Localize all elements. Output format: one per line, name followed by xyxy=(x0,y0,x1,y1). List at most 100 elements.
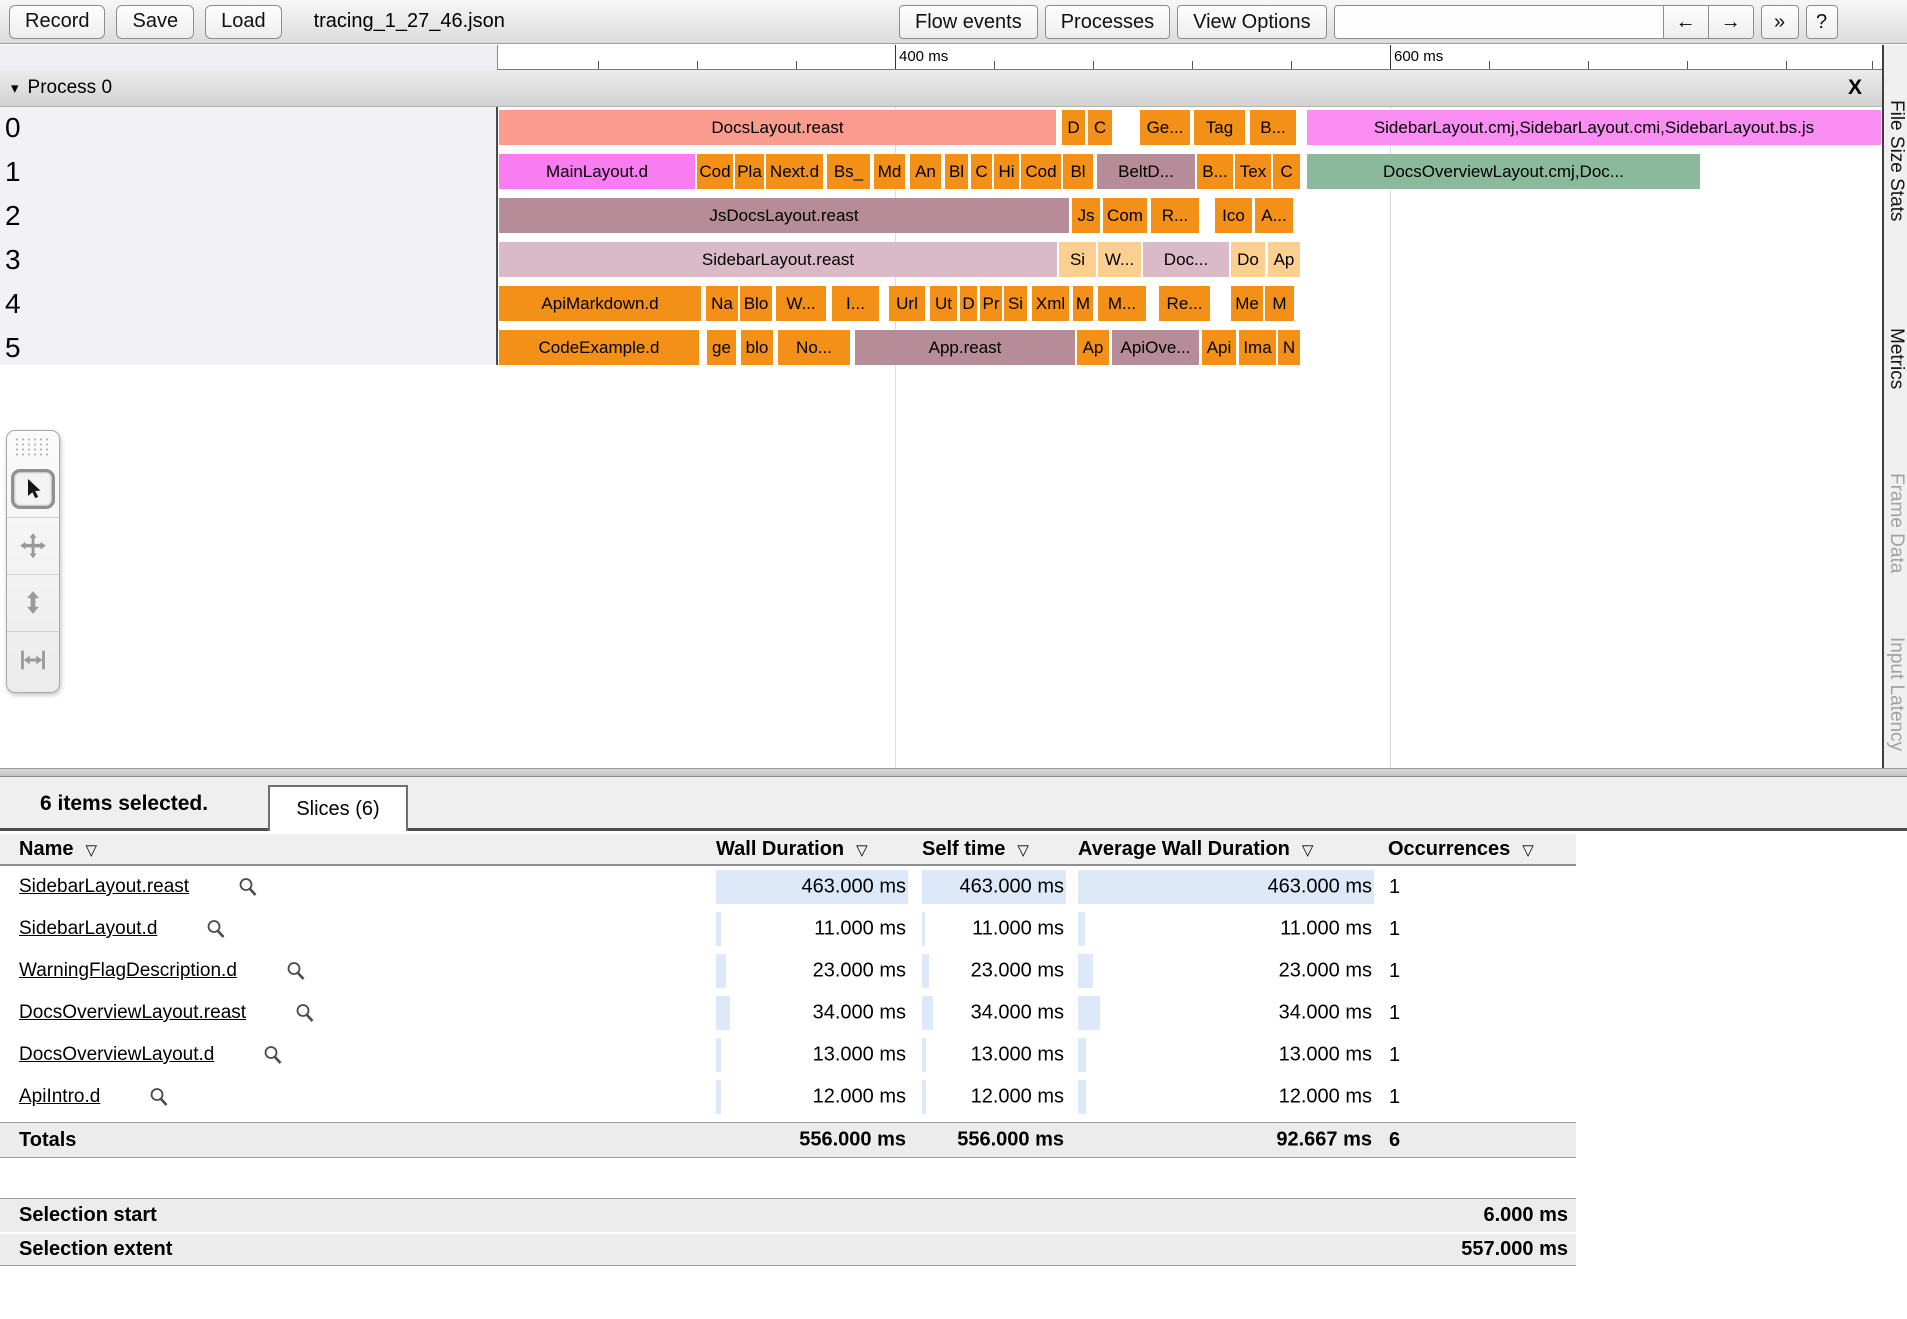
timeline-slice[interactable]: W... xyxy=(776,286,826,321)
timeline-slice[interactable]: JsDocsLayout.reast xyxy=(499,198,1069,233)
timeline-slice[interactable]: B... xyxy=(1197,154,1233,189)
timeline-slice[interactable]: Js xyxy=(1072,198,1100,233)
timeline-slice[interactable]: blo xyxy=(741,330,773,365)
timeline-slice[interactable]: BeltD... xyxy=(1097,154,1195,189)
timeline-slice[interactable]: Ap xyxy=(1268,242,1300,277)
timing-tool-button[interactable] xyxy=(7,631,59,688)
timeline-slice[interactable]: ge xyxy=(707,330,736,365)
help-button[interactable]: ? xyxy=(1806,5,1838,39)
column-header-average-wall-duration[interactable]: Average Wall Duration▽ xyxy=(1078,838,1374,861)
sidebar-tab-input-latency[interactable]: Input Latency xyxy=(1885,637,1907,751)
column-header-wall-duration[interactable]: Wall Duration▽ xyxy=(716,838,908,861)
pane-splitter[interactable] xyxy=(0,768,1907,777)
timeline-slice[interactable]: Ge... xyxy=(1140,110,1190,145)
timeline-slice[interactable]: Pr xyxy=(980,286,1002,321)
search-input[interactable] xyxy=(1335,6,1663,38)
timeline-slice[interactable]: Com xyxy=(1103,198,1147,233)
timeline-slice[interactable]: ApiMarkdown.d xyxy=(499,286,701,321)
magnifier-icon[interactable] xyxy=(285,960,307,982)
timeline-slice[interactable]: Cod xyxy=(697,154,733,189)
timeline-slice[interactable]: Si xyxy=(1059,242,1096,277)
timeline-slice[interactable]: DocsOverviewLayout.cmj,Doc... xyxy=(1307,154,1700,189)
timeline-slice[interactable]: Ap xyxy=(1077,330,1109,365)
timeline-slice[interactable]: Re... xyxy=(1159,286,1210,321)
timeline-slice[interactable]: M... xyxy=(1098,286,1146,321)
sidebar-tab-metrics[interactable]: Metrics xyxy=(1885,328,1907,389)
timeline-slice[interactable]: R... xyxy=(1151,198,1199,233)
zoom-tool-button[interactable] xyxy=(7,574,59,631)
slice-name-link[interactable]: DocsOverviewLayout.reast xyxy=(19,1002,246,1024)
timeline-slice[interactable]: An xyxy=(910,154,941,189)
magnifier-icon[interactable] xyxy=(262,1044,284,1066)
view-options-button[interactable]: View Options xyxy=(1177,5,1326,39)
sort-triangle-icon[interactable]: ▽ xyxy=(856,839,868,859)
timeline-slice[interactable]: Url xyxy=(889,286,925,321)
pan-tool-button[interactable] xyxy=(7,517,59,574)
timeline-slice[interactable]: DocsLayout.reast xyxy=(499,110,1056,145)
timeline-slice[interactable]: A... xyxy=(1255,198,1293,233)
timeline-slice[interactable]: Bs_ xyxy=(827,154,870,189)
timeline-slice[interactable]: No... xyxy=(778,330,850,365)
sort-triangle-icon[interactable]: ▽ xyxy=(1522,839,1534,859)
magnifier-icon[interactable] xyxy=(294,1002,316,1024)
timeline-slice[interactable]: W... xyxy=(1098,242,1141,277)
timeline-slice[interactable]: Si xyxy=(1004,286,1027,321)
sort-triangle-icon[interactable]: ▽ xyxy=(1017,839,1029,859)
timeline-slice[interactable]: C xyxy=(1273,154,1300,189)
timeline-slice[interactable]: ApiOve... xyxy=(1112,330,1199,365)
save-button[interactable]: Save xyxy=(116,5,194,39)
timeline-slice[interactable]: I... xyxy=(832,286,879,321)
timeline-slice[interactable]: M xyxy=(1265,286,1294,321)
timeline-slice[interactable]: C xyxy=(971,154,992,189)
column-header-occurrences[interactable]: Occurrences▽ xyxy=(1388,838,1576,861)
timeline-slice[interactable]: Na xyxy=(706,286,738,321)
slice-name-link[interactable]: SidebarLayout.d xyxy=(19,918,157,940)
sidebar-tab-file-size-stats[interactable]: File Size Stats xyxy=(1885,100,1907,221)
timeline-slice[interactable]: Md xyxy=(874,154,905,189)
selection-tool-button[interactable] xyxy=(7,460,59,517)
timeline-slice[interactable]: SidebarLayout.cmj,SidebarLayout.cmi,Side… xyxy=(1307,110,1881,145)
close-process-button[interactable]: X xyxy=(1848,76,1862,100)
tab-slices[interactable]: Slices (6) xyxy=(268,785,408,831)
timeline-slice[interactable]: Xml xyxy=(1032,286,1069,321)
find-previous-button[interactable]: ← xyxy=(1663,6,1708,38)
timeline-slice[interactable]: Hi xyxy=(994,154,1019,189)
timeline-slice[interactable]: Pla xyxy=(735,154,764,189)
timeline-slice[interactable]: SidebarLayout.reast xyxy=(499,242,1057,277)
slice-name-link[interactable]: WarningFlagDescription.d xyxy=(19,960,237,982)
load-button[interactable]: Load xyxy=(205,5,282,39)
slice-name-link[interactable]: DocsOverviewLayout.d xyxy=(19,1044,214,1066)
slice-name-link[interactable]: SidebarLayout.reast xyxy=(19,876,189,898)
timeline-slice[interactable]: D xyxy=(1062,110,1085,145)
timeline-slice[interactable]: C xyxy=(1088,110,1112,145)
timeline-slice[interactable]: MainLayout.d xyxy=(499,154,695,189)
timeline-slice[interactable]: CodeExample.d xyxy=(499,330,699,365)
sidebar-tab-frame-data[interactable]: Frame Data xyxy=(1885,473,1907,573)
collapse-triangle-icon[interactable]: ▾ xyxy=(11,79,19,97)
column-header-self-time[interactable]: Self time▽ xyxy=(922,838,1066,861)
palette-grip-handle[interactable] xyxy=(14,437,52,457)
magnifier-icon[interactable] xyxy=(237,876,259,898)
timeline-slice[interactable]: D xyxy=(960,286,977,321)
timeline-slice[interactable]: Ico xyxy=(1215,198,1252,233)
overflow-menu-button[interactable]: » xyxy=(1761,5,1799,39)
timeline-slice[interactable]: Api xyxy=(1202,330,1236,365)
sort-triangle-icon[interactable]: ▽ xyxy=(1302,839,1314,859)
timeline-slice[interactable]: Ima xyxy=(1239,330,1276,365)
magnifier-icon[interactable] xyxy=(148,1086,170,1108)
timeline-slice[interactable]: Blo xyxy=(740,286,772,321)
timeline-slice[interactable]: Bl xyxy=(1063,154,1093,189)
find-next-button[interactable]: → xyxy=(1708,6,1753,38)
magnifier-icon[interactable] xyxy=(205,918,227,940)
timeline-slice[interactable]: Me xyxy=(1231,286,1263,321)
processes-button[interactable]: Processes xyxy=(1045,5,1170,39)
timeline-slice[interactable]: App.reast xyxy=(855,330,1075,365)
timeline-slice[interactable]: Tex xyxy=(1235,154,1271,189)
timeline-slice[interactable]: Do xyxy=(1231,242,1265,277)
timeline-slice[interactable]: Next.d xyxy=(766,154,823,189)
timeline-slice[interactable]: Doc... xyxy=(1143,242,1229,277)
timeline-slice[interactable]: B... xyxy=(1250,110,1296,145)
timeline-slice[interactable]: Bl xyxy=(945,154,968,189)
timeline-slice[interactable]: N xyxy=(1278,330,1300,365)
timeline-slice[interactable]: Ut xyxy=(930,286,957,321)
